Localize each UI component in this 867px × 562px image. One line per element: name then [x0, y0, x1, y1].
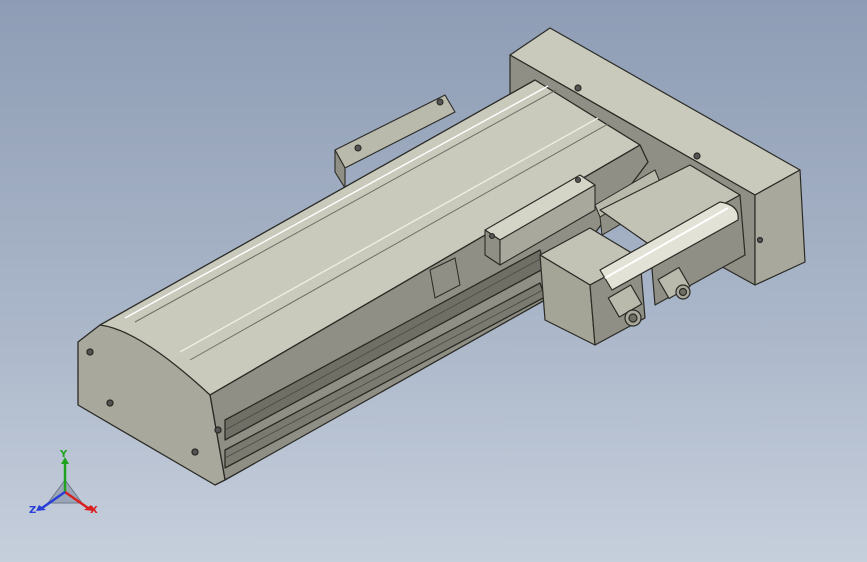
- screw-hole: [693, 152, 701, 160]
- actuator-model[interactable]: [0, 0, 867, 562]
- graphics-viewport[interactable]: Y X Z: [0, 0, 867, 562]
- coordinate-triad[interactable]: Y X Z: [28, 448, 102, 522]
- y-axis-label: Y: [60, 449, 68, 460]
- z-axis-label: Z: [29, 505, 37, 516]
- screw-hole: [756, 236, 764, 244]
- screw-hole: [574, 84, 582, 92]
- x-axis-label: X: [90, 505, 98, 516]
